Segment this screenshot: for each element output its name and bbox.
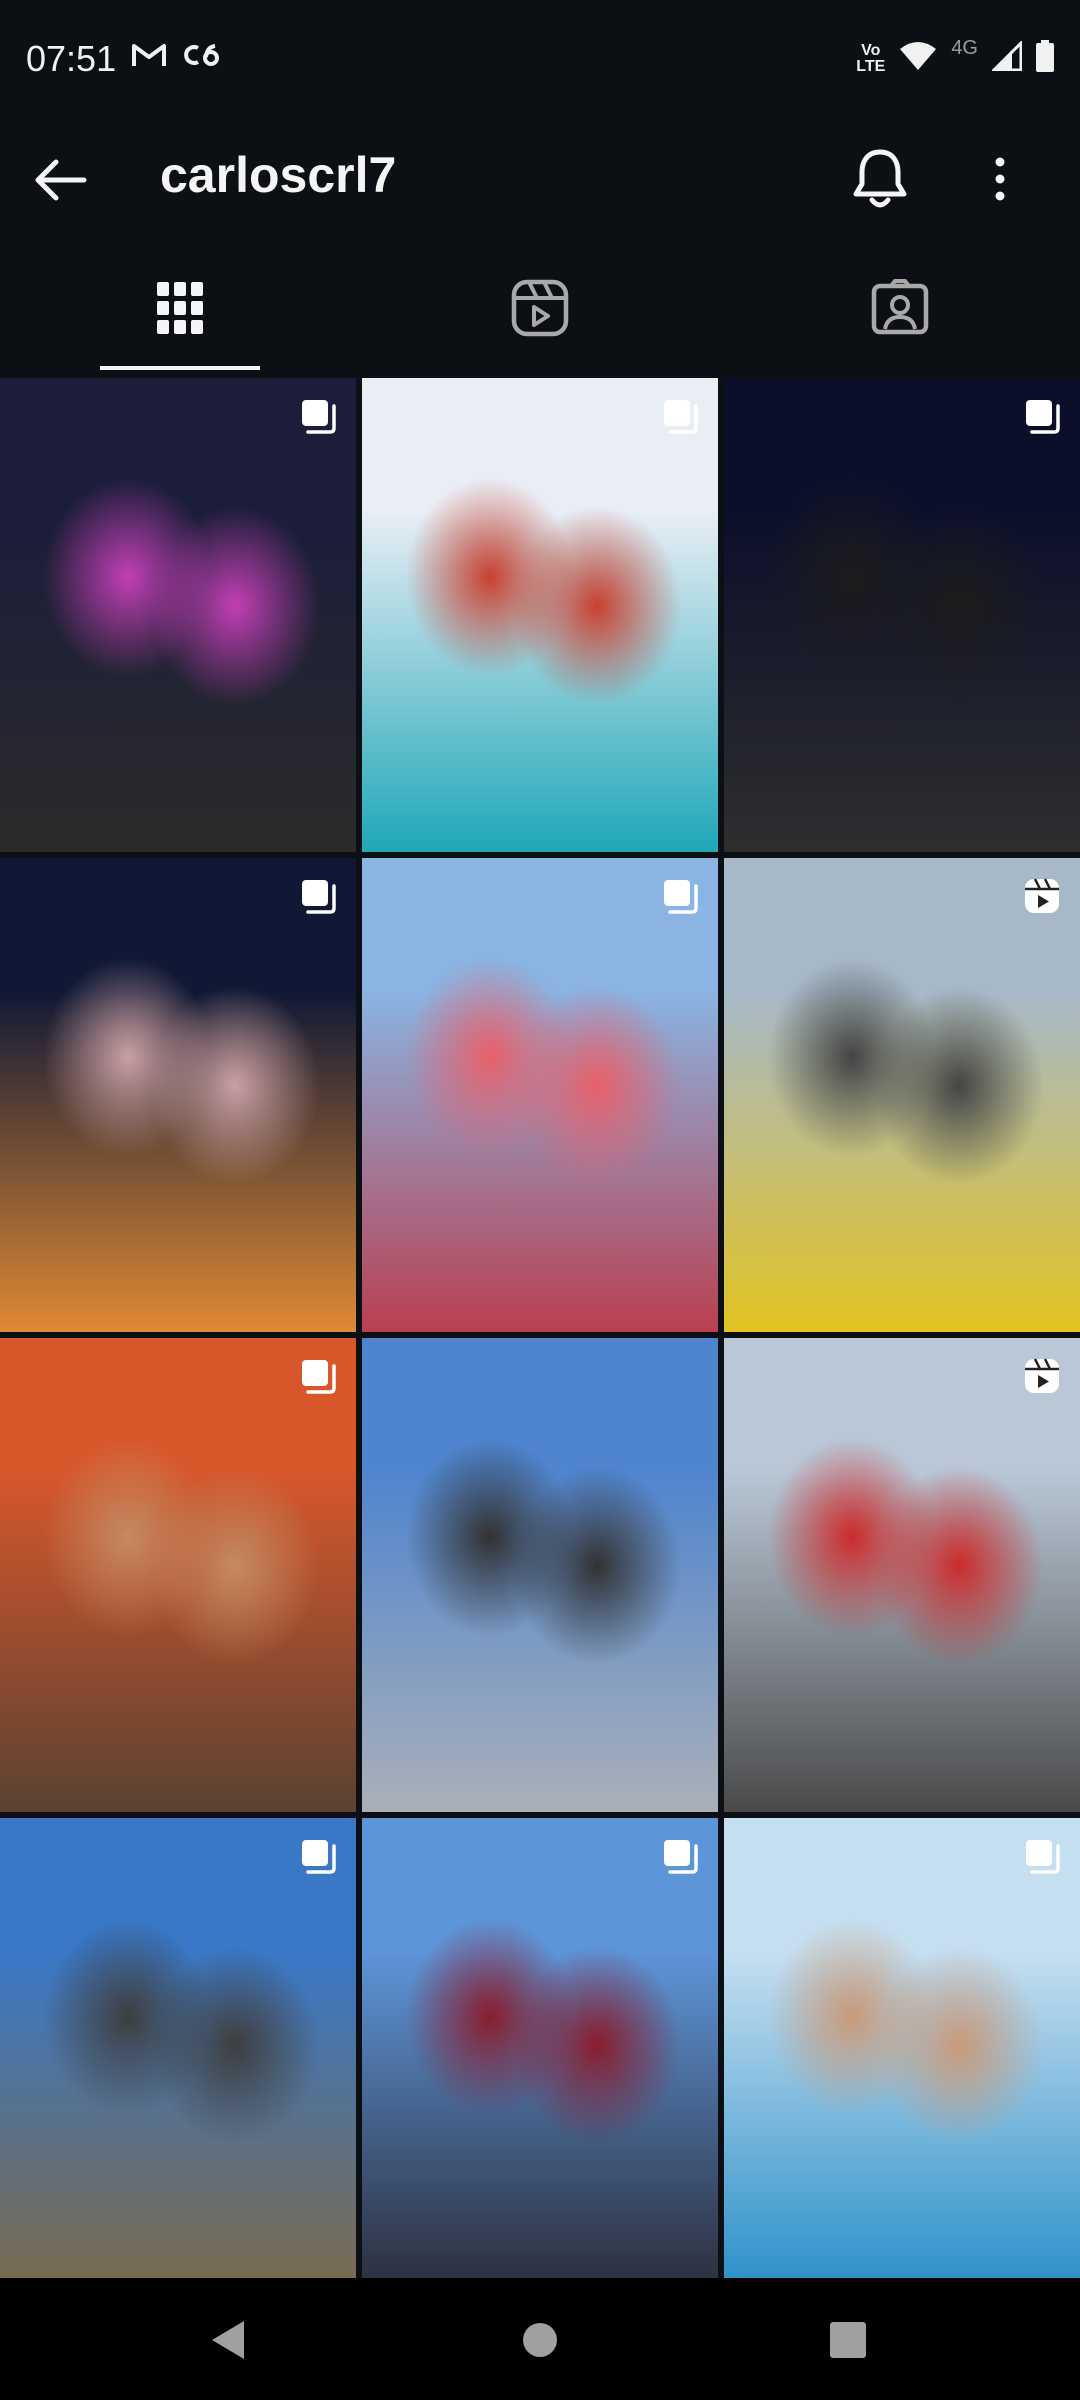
post-image [724,1818,1080,2278]
tagged-icon [871,278,929,342]
back-triangle-icon[interactable] [198,2310,258,2370]
system-navigation-bar [0,2278,1080,2400]
home-circle-icon[interactable] [510,2310,570,2370]
status-system-icons: Vo LTE 4G [856,37,1054,77]
posts-grid [0,378,1080,2278]
more-vertical-icon[interactable] [980,146,1020,212]
wifi-icon [899,41,937,76]
post-thumbnail[interactable] [724,378,1080,852]
signal-icon [990,39,1023,76]
carousel-icon [298,876,338,916]
battery-icon [1036,40,1054,77]
c6-icon [182,42,222,73]
post-image [724,1338,1080,1812]
post-thumbnail[interactable] [0,858,356,1332]
post-image [0,858,356,1332]
carousel-icon [298,1836,338,1876]
carousel-icon [660,1836,700,1876]
post-image [0,378,356,852]
post-image [362,1818,718,2278]
reels-icon [511,279,569,342]
reels-icon [1022,1356,1062,1396]
tab-grid[interactable] [90,248,270,372]
volte-line-1: Vo [861,41,881,59]
bell-icon[interactable] [850,146,910,212]
carousel-icon [298,396,338,436]
post-image [724,858,1080,1332]
post-image [362,378,718,852]
post-thumbnail[interactable] [362,1338,718,1812]
profile-username: carloscrl7 [160,147,397,203]
tab-reels[interactable] [450,248,630,372]
back-arrow-icon[interactable] [30,150,90,210]
post-image [724,378,1080,852]
status-bar: 07:51 Vo LTE 4G [0,0,1080,124]
post-thumbnail[interactable] [0,1338,356,1812]
reels-icon [1022,876,1062,916]
post-thumbnail[interactable] [724,1818,1080,2278]
gmail-icon [132,42,166,73]
status-notification-icons [132,42,222,73]
post-thumbnail[interactable] [0,1818,356,2278]
app-bar: carloscrl7 [0,124,1080,234]
carousel-icon [660,876,700,916]
post-thumbnail[interactable] [724,1338,1080,1812]
post-thumbnail[interactable] [362,858,718,1332]
carousel-icon [1022,396,1062,436]
carousel-icon [298,1356,338,1396]
post-image [362,858,718,1332]
carousel-icon [660,396,700,436]
post-image [0,1338,356,1812]
status-time: 07:51 [26,38,117,79]
network-type: 4G [951,37,978,59]
volte-line-2: LTE [856,57,886,75]
post-thumbnail[interactable] [0,378,356,852]
post-thumbnail[interactable] [362,378,718,852]
grid-icon [155,280,205,341]
profile-tabs [0,248,1080,372]
post-thumbnail[interactable] [362,1818,718,2278]
post-image [0,1818,356,2278]
post-image [362,1338,718,1812]
tab-selected-indicator [100,366,260,370]
recents-square-icon[interactable] [818,2310,878,2370]
volte-indicator: Vo LTE [856,41,886,75]
post-thumbnail[interactable] [724,858,1080,1332]
carousel-icon [1022,1836,1062,1876]
tab-tagged[interactable] [810,248,990,372]
